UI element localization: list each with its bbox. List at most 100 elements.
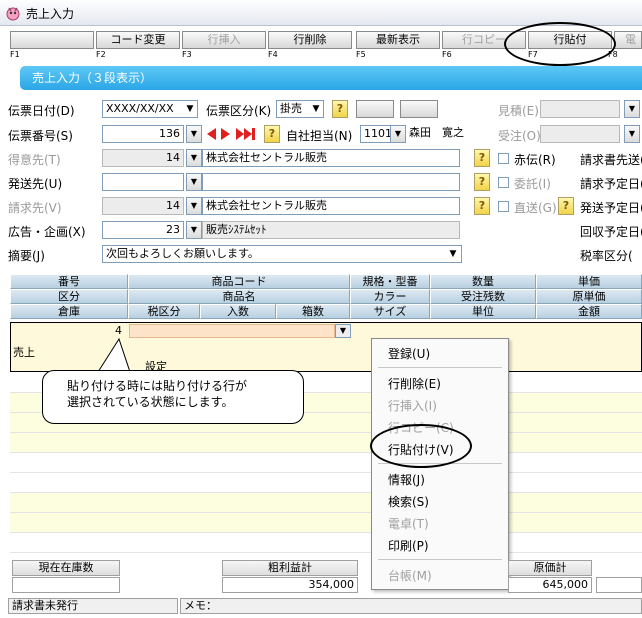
row-category: 売上: [13, 346, 35, 359]
menu-item-ledger[interactable]: 台帳(M): [388, 567, 432, 584]
help-icon[interactable]: ?: [474, 173, 490, 191]
cost-total-label: 原価計: [508, 560, 592, 576]
instruction-callout: 貼り付ける時には貼り付ける行が 選択されている状態にします。: [42, 370, 304, 424]
window-title: 売上入力: [26, 7, 75, 21]
memo-select[interactable]: 次回もよろしくお願いします。: [102, 245, 462, 263]
col-header-unit-price: 単価: [536, 274, 642, 289]
ship-date-label: 発送予定日(: [580, 201, 642, 215]
order-dropdown-button[interactable]: ▼: [624, 125, 640, 143]
slip-number-dropdown-button[interactable]: ▼: [186, 125, 202, 143]
tax-rate-label: 税率区分(: [580, 249, 633, 263]
chevron-down-icon: ▼: [446, 246, 460, 262]
f1-button[interactable]: [10, 31, 94, 49]
estimate-dropdown-button[interactable]: ▼: [624, 100, 640, 118]
own-staff-code-field[interactable]: 1101: [360, 125, 394, 143]
table-row[interactable]: [10, 433, 642, 453]
estimate-label: 見積(E): [498, 104, 539, 118]
ship-to-name-field[interactable]: [202, 173, 460, 191]
highlight-ellipse-paste-key: [504, 22, 616, 66]
help-icon[interactable]: ?: [264, 125, 280, 143]
row-delete-button[interactable]: 行削除: [268, 31, 352, 49]
product-code-dropdown-button[interactable]: ▼: [335, 324, 351, 338]
red-slip-checkbox[interactable]: [498, 153, 509, 164]
f2-key-label: F2: [96, 50, 106, 59]
menu-item-calculator[interactable]: 電卓(T): [388, 515, 429, 532]
col-header-warehouse: 倉庫: [10, 304, 128, 319]
bill-to-dropdown-button[interactable]: ▼: [186, 197, 202, 215]
col-header-color: カラー: [350, 289, 430, 304]
menu-item-row-insert[interactable]: 行挿入(I): [388, 397, 437, 414]
customer-dropdown-button[interactable]: ▼: [186, 149, 202, 167]
gross-profit-value: 354,000: [222, 577, 358, 593]
col-header-category: 区分: [10, 289, 128, 304]
col-header-product-code: 商品コード: [128, 274, 350, 289]
prev-arrow-icon: [207, 128, 216, 140]
next-arrow-icon: [221, 128, 230, 140]
mode-banner: 売上入力（３段表示）: [20, 66, 642, 90]
table-row[interactable]: [10, 473, 642, 493]
campaign-label: 広告・企画(X): [8, 225, 86, 239]
own-staff-label: 自社担当(N): [286, 129, 353, 143]
row-number: 4: [115, 324, 122, 337]
campaign-name-field: 販売ｼｽﾃﾑｾｯﾄ: [202, 221, 460, 239]
table-row[interactable]: [10, 493, 642, 513]
f5-key-label: F5: [356, 50, 366, 59]
product-code-cell[interactable]: [129, 324, 335, 338]
current-stock-value: [12, 577, 120, 593]
col-header-pack-qty: 入数: [200, 304, 276, 319]
col-header-number: 番号: [10, 274, 128, 289]
gross-profit-label: 粗利益計: [222, 560, 358, 576]
ship-to-dropdown-button[interactable]: ▼: [186, 173, 202, 191]
col-header-spec: 規格・型番: [350, 274, 430, 289]
menu-item-print[interactable]: 印刷(P): [388, 537, 429, 554]
menu-item-search[interactable]: 検索(S): [388, 493, 429, 510]
memo-label: 摘要(J): [8, 249, 45, 263]
help-icon[interactable]: ?: [558, 197, 574, 215]
col-header-unit: 単位: [430, 304, 536, 319]
callout-pointer: [97, 338, 131, 374]
col-header-backorder: 受注残数: [430, 289, 536, 304]
own-staff-dropdown-button[interactable]: ▼: [390, 125, 406, 143]
col-header-box-qty: 箱数: [276, 304, 350, 319]
invoice-status: 請求書未発行: [8, 598, 178, 614]
bill-to-name-field[interactable]: 株式会社セントラル販売: [202, 197, 460, 215]
f6-key-label: F6: [442, 50, 452, 59]
table-row[interactable]: [10, 513, 642, 533]
fast-forward-icon: [236, 128, 244, 140]
memo-status: メモ：: [180, 598, 642, 614]
consignment-checkbox[interactable]: [498, 177, 509, 188]
menu-item-row-delete[interactable]: 行削除(E): [388, 375, 441, 392]
record-navigation[interactable]: [206, 126, 258, 142]
direct-ship-checkbox[interactable]: [498, 201, 509, 212]
menu-item-register[interactable]: 登録(U): [388, 345, 430, 362]
help-icon[interactable]: ?: [332, 100, 348, 118]
table-row[interactable]: [10, 533, 642, 553]
help-icon[interactable]: ?: [474, 197, 490, 215]
code-change-button[interactable]: コード変更: [96, 31, 180, 49]
customer-name-field[interactable]: 株式会社セントラル販売: [202, 149, 460, 167]
nav-button-1[interactable]: [356, 100, 394, 118]
slip-number-field[interactable]: 136: [102, 125, 184, 143]
extra-total-value: [596, 577, 642, 593]
row-insert-button[interactable]: 行挿入: [182, 31, 266, 49]
menu-item-info[interactable]: 情報(J): [388, 471, 425, 488]
bill-to-label: 請求先(V): [8, 201, 62, 215]
campaign-dropdown-button[interactable]: ▼: [186, 221, 202, 239]
f8-button[interactable]: 電: [614, 31, 642, 49]
col-header-size: サイズ: [350, 304, 430, 319]
chevron-down-icon: ▼: [183, 101, 197, 117]
col-header-amount: 金額: [536, 304, 642, 319]
help-icon[interactable]: ?: [474, 149, 490, 167]
order-label: 受注(O): [498, 129, 541, 143]
table-row[interactable]: [10, 453, 642, 473]
bill-to-code-field: 14: [102, 197, 184, 215]
ship-to-code-field[interactable]: [102, 173, 184, 191]
ship-to-label: 発送先(U): [8, 177, 63, 191]
campaign-code-field[interactable]: 23: [102, 221, 184, 239]
app-icon: [6, 7, 20, 21]
refresh-button[interactable]: 最新表示: [356, 31, 440, 49]
slip-type-label: 伝票区分(K): [206, 104, 272, 118]
nav-button-2[interactable]: [400, 100, 438, 118]
estimate-field: [540, 100, 620, 118]
f1-key-label: F1: [10, 50, 20, 59]
